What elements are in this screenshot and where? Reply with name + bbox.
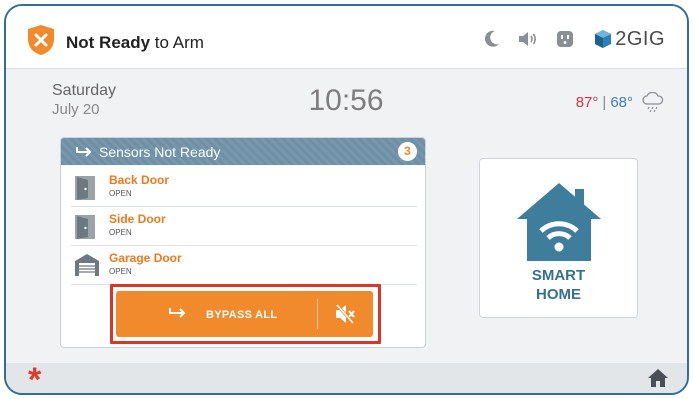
sensor-row-garage-door[interactable]: Garage Door OPEN [71,246,417,285]
smart-home-line2: HOME [536,286,581,303]
sensor-row-back-door[interactable]: Back Door OPEN [71,168,417,207]
home-icon[interactable] [647,368,669,388]
door-icon [75,176,95,200]
bypass-arrow-icon [169,308,186,318]
sensor-state: OPEN [109,267,132,276]
sensor-state: OPEN [109,189,132,198]
arm-status-strong: Not Ready [66,33,151,52]
sensor-count-badge: 3 [398,142,417,161]
temp-low: 68° [610,93,633,111]
sensors-card-title: Sensors Not Ready [99,144,221,160]
weather-widget[interactable]: 87° | 68° [576,92,665,112]
button-divider [317,299,318,329]
moon-icon[interactable] [484,30,500,48]
garage-icon [75,254,99,276]
day-of-week: Saturday [52,82,117,99]
brand-logo: 2GIG [594,28,665,51]
cube-logo-icon [595,30,612,48]
date-text: July 20 [52,101,100,118]
outlet-icon[interactable] [556,30,574,48]
sensors-card-header[interactable]: Sensors Not Ready 3 [61,138,425,165]
arm-status-rest: to Arm [150,33,204,52]
sensor-name: Back Door [109,173,170,187]
brand-name: 2GIG [615,27,665,50]
temp-high: 87° [575,93,599,111]
door-icon [75,215,95,239]
emergency-asterisk-icon[interactable]: * [28,363,41,393]
bypass-all-button[interactable]: BYPASS ALL [116,291,373,337]
bypass-all-label: BYPASS ALL [206,309,278,321]
sensor-row-side-door[interactable]: Side Door OPEN [71,207,417,246]
temp-separator: | [602,93,607,111]
mute-icon[interactable] [334,303,356,325]
bypass-arrow-icon [76,147,92,157]
sensor-name: Side Door [109,212,166,226]
speaker-icon[interactable] [518,31,538,47]
arm-status-text[interactable]: Not Ready to Arm [66,33,204,53]
smart-home-label: SMART HOME [480,266,637,304]
panel-frame: Not Ready to Arm 2GIG Saturday July 20 1… [4,4,689,395]
smart-home-icon [517,183,601,261]
bottom-bar: * [6,363,687,393]
sensor-name: Garage Door [109,251,182,265]
rain-cloud-icon [642,92,664,112]
not-ready-shield-icon[interactable] [26,24,56,56]
status-icons: 2GIG [466,26,665,52]
status-bar: Not Ready to Arm 2GIG [6,6,687,69]
clock: 10:56 [308,84,384,117]
smart-home-line1: SMART [531,267,586,284]
smart-home-tile[interactable]: SMART HOME [479,158,638,318]
sensor-state: OPEN [109,228,132,237]
